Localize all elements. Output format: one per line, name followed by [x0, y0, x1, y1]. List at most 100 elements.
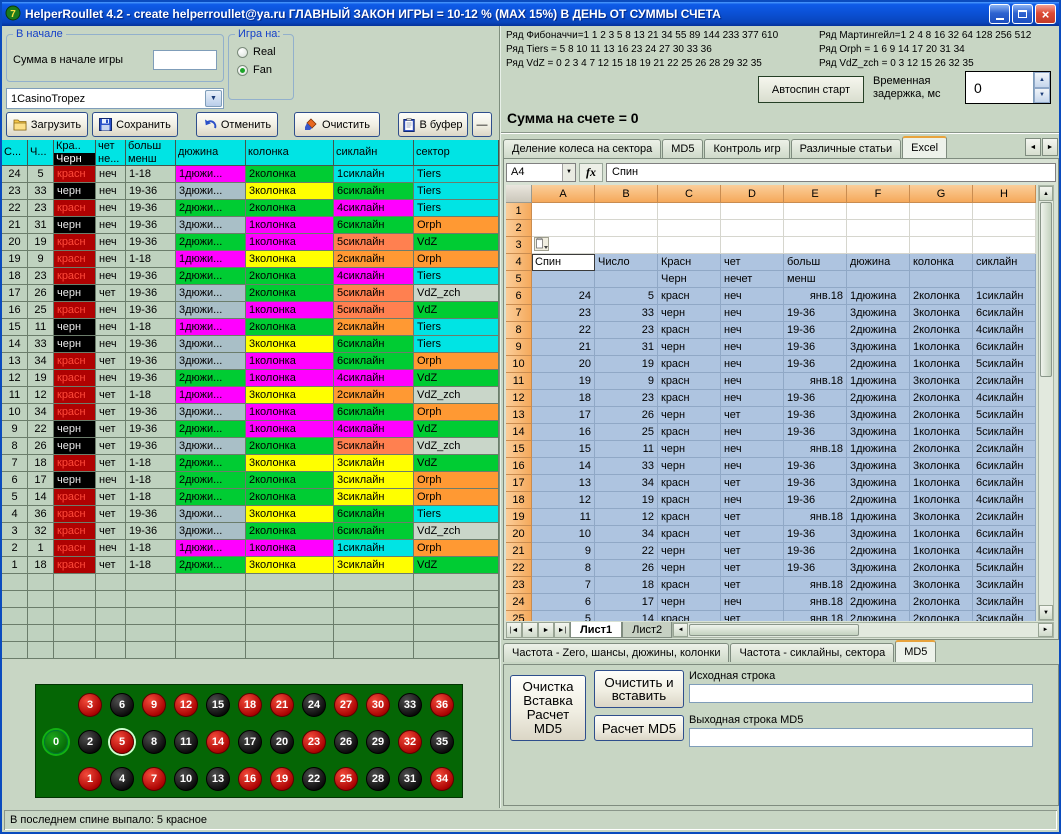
cell-G8[interactable]: 2колонка [910, 322, 973, 339]
cell-E7[interactable]: 19-36 [784, 305, 847, 322]
cell-B24[interactable]: 17 [595, 594, 658, 611]
cell-C10[interactable]: красн [658, 356, 721, 373]
cell-C21[interactable]: черн [658, 543, 721, 560]
cell-E19[interactable]: янв.18 [784, 509, 847, 526]
horizontal-scrollbar[interactable]: ◄ ► [672, 622, 1054, 638]
cell-B22[interactable]: 26 [595, 560, 658, 577]
cell-G16[interactable]: 3колонка [910, 458, 973, 475]
board-number-35[interactable]: 35 [430, 730, 454, 754]
row-header-10[interactable]: 10 [506, 356, 532, 373]
cell-H22[interactable]: 5сиклайн [973, 560, 1036, 577]
cell-B20[interactable]: 34 [595, 526, 658, 543]
row-header-23[interactable]: 23 [506, 577, 532, 594]
cell-E20[interactable]: 19-36 [784, 526, 847, 543]
row-header-16[interactable]: 16 [506, 458, 532, 475]
cell-G4[interactable]: колонка [910, 254, 973, 271]
row-header-3[interactable]: 3 [506, 237, 532, 254]
board-number-16[interactable]: 16 [238, 767, 262, 791]
cell-C18[interactable]: красн [658, 492, 721, 509]
cell-H25[interactable]: 3сиклайн [973, 611, 1036, 621]
cell-F20[interactable]: 3дюжина [847, 526, 910, 543]
cell-G20[interactable]: 1колонка [910, 526, 973, 543]
cell-D3[interactable] [721, 237, 784, 254]
cell-H5[interactable] [973, 271, 1036, 288]
cell-A14[interactable]: 16 [532, 424, 595, 441]
cell-B14[interactable]: 25 [595, 424, 658, 441]
cell-E2[interactable] [784, 220, 847, 237]
cell-D5[interactable]: нечет [721, 271, 784, 288]
board-number-17[interactable]: 17 [238, 730, 262, 754]
cell-B12[interactable]: 23 [595, 390, 658, 407]
cell-C17[interactable]: красн [658, 475, 721, 492]
row-header-17[interactable]: 17 [506, 475, 532, 492]
cell-G21[interactable]: 1колонка [910, 543, 973, 560]
scroll-right-icon[interactable]: ► [1038, 623, 1053, 637]
cell-C16[interactable]: черн [658, 458, 721, 475]
sheet-nav-icon-1[interactable]: ◄ [522, 622, 538, 638]
cell-B15[interactable]: 11 [595, 441, 658, 458]
cell-A6[interactable]: 24 [532, 288, 595, 305]
formula-input[interactable]: Спин [606, 163, 1056, 182]
cell-C4[interactable]: Красн [658, 254, 721, 271]
cell-F8[interactable]: 2дюжина [847, 322, 910, 339]
sheet-nav-icon-0[interactable]: |◄ [506, 622, 522, 638]
cell-A17[interactable]: 13 [532, 475, 595, 492]
cell-B6[interactable]: 5 [595, 288, 658, 305]
chevron-down-icon[interactable]: ▼ [205, 90, 222, 107]
board-number-21[interactable]: 21 [270, 693, 294, 717]
board-number-15[interactable]: 15 [206, 693, 230, 717]
cell-D15[interactable]: неч [721, 441, 784, 458]
cell-F2[interactable] [847, 220, 910, 237]
cell-B1[interactable] [595, 203, 658, 220]
cell-F3[interactable] [847, 237, 910, 254]
cell-D13[interactable]: чет [721, 407, 784, 424]
cell-D20[interactable]: чет [721, 526, 784, 543]
cell-C7[interactable]: черн [658, 305, 721, 322]
cell-F21[interactable]: 2дюжина [847, 543, 910, 560]
cell-H3[interactable] [973, 237, 1036, 254]
cell-H19[interactable]: 2сиклайн [973, 509, 1036, 526]
start-sum-input[interactable] [153, 50, 217, 70]
cell-A21[interactable]: 9 [532, 543, 595, 560]
cell-D17[interactable]: чет [721, 475, 784, 492]
cell-F18[interactable]: 2дюжина [847, 492, 910, 509]
vscroll-thumb[interactable] [1040, 202, 1052, 377]
cell-F24[interactable]: 2дюжина [847, 594, 910, 611]
board-number-25[interactable]: 25 [334, 767, 358, 791]
tab-частота-сиклайны-сектора[interactable]: Частота - сиклайны, сектора [730, 643, 894, 662]
cell-E25[interactable]: янв.18 [784, 611, 847, 621]
cell-D14[interactable]: неч [721, 424, 784, 441]
clear-button[interactable]: Очистить [294, 112, 380, 137]
board-number-3[interactable]: 3 [78, 693, 102, 717]
cell-D1[interactable] [721, 203, 784, 220]
cell-E1[interactable] [784, 203, 847, 220]
cell-B16[interactable]: 33 [595, 458, 658, 475]
row-header-18[interactable]: 18 [506, 492, 532, 509]
cell-E14[interactable]: 19-36 [784, 424, 847, 441]
board-number-33[interactable]: 33 [398, 693, 422, 717]
cell-G14[interactable]: 1колонка [910, 424, 973, 441]
board-number-29[interactable]: 29 [366, 730, 390, 754]
paste-options-icon[interactable] [534, 237, 549, 254]
maximize-button[interactable] [1012, 4, 1033, 24]
cell-F6[interactable]: 1дюжина [847, 288, 910, 305]
cell-B23[interactable]: 18 [595, 577, 658, 594]
cell-E12[interactable]: 19-36 [784, 390, 847, 407]
tab-excel[interactable]: Excel [902, 136, 947, 158]
cell-B19[interactable]: 12 [595, 509, 658, 526]
cell-D8[interactable]: неч [721, 322, 784, 339]
cell-C15[interactable]: черн [658, 441, 721, 458]
cell-F11[interactable]: 1дюжина [847, 373, 910, 390]
vertical-scrollbar[interactable]: ▲ ▼ [1038, 185, 1054, 621]
tab-md5[interactable]: MD5 [662, 139, 703, 158]
sheet-tab-лист2[interactable]: Лист2 [622, 622, 672, 638]
row-header-12[interactable]: 12 [506, 390, 532, 407]
cell-E21[interactable]: 19-36 [784, 543, 847, 560]
tab-scroll-left-icon[interactable]: ◄ [1025, 138, 1041, 156]
radio-fan[interactable]: Fan [237, 64, 293, 76]
close-button[interactable]: × [1035, 4, 1056, 24]
cell-H16[interactable]: 6сиклайн [973, 458, 1036, 475]
board-number-32[interactable]: 32 [398, 730, 422, 754]
cell-B9[interactable]: 31 [595, 339, 658, 356]
cell-C24[interactable]: черн [658, 594, 721, 611]
